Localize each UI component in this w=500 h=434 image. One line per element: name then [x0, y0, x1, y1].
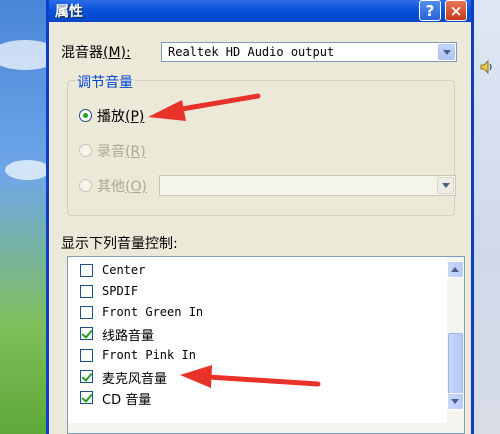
- chevron-down-icon[interactable]: [438, 44, 455, 60]
- checkbox-cd-volume[interactable]: [80, 391, 93, 404]
- properties-dialog: 属性 ? × 混音器(M): Realtek HD Audio output 调…: [46, 0, 474, 434]
- vertical-scrollbar[interactable]: [447, 257, 464, 433]
- scroll-up-button[interactable]: [447, 261, 464, 278]
- list-item-label: 麦克风音量: [102, 372, 168, 387]
- playback-text: 播放: [97, 109, 125, 125]
- list-item-label: 线路音量: [102, 329, 155, 344]
- background-window-edge: [470, 0, 500, 434]
- scroll-down-button[interactable]: [447, 393, 464, 410]
- playback-mnemonic: (P): [125, 109, 145, 125]
- list-item-label: Front Green In: [102, 305, 204, 319]
- radio-playback-label[interactable]: 播放(P): [97, 106, 144, 126]
- other-text: 其他: [97, 179, 125, 195]
- mixer-label: 混音器(M):: [61, 42, 131, 62]
- controls-label: 显示下列音量控制:: [61, 236, 178, 252]
- checkbox-spdif[interactable]: [80, 285, 93, 298]
- title-bar[interactable]: 属性 ? ×: [49, 0, 471, 22]
- mixer-label-text: 混音器: [61, 45, 103, 61]
- other-mnemonic: (O): [125, 179, 147, 195]
- adjust-volume-group-title: 调节音量: [75, 72, 135, 92]
- radio-other-label: 其他(O): [97, 176, 147, 196]
- window-title: 属性: [55, 4, 83, 20]
- close-button[interactable]: ×: [445, 0, 467, 21]
- checkbox-line-volume[interactable]: [80, 327, 93, 340]
- scrollbar-thumb[interactable]: [448, 333, 463, 399]
- desktop-cloud: [5, 160, 50, 180]
- help-button[interactable]: ?: [419, 0, 441, 21]
- recording-mnemonic: (R): [125, 144, 146, 160]
- checkbox-microphone-volume[interactable]: [80, 370, 93, 383]
- speaker-icon[interactable]: [480, 60, 494, 74]
- other-select: [159, 175, 456, 196]
- list-item-label: SPDIF: [102, 284, 139, 298]
- radio-recording-label: 录音(R): [97, 141, 146, 161]
- mixer-select[interactable]: Realtek HD Audio output: [161, 42, 457, 62]
- list-item-label: Center: [102, 263, 146, 277]
- radio-playback[interactable]: [79, 109, 92, 122]
- recording-text: 录音: [97, 144, 125, 160]
- list-item-label: CD 音量: [102, 393, 152, 408]
- chevron-down-icon: [437, 177, 454, 194]
- radio-recording: [79, 144, 92, 157]
- mixer-mnemonic: (M):: [103, 45, 131, 61]
- mixer-select-value: Realtek HD Audio output: [168, 45, 335, 59]
- volume-controls-list[interactable]: Center SPDIF Front Green In 线路音量 Front P…: [67, 256, 465, 434]
- radio-other: [79, 179, 92, 192]
- checkbox-front-pink-in[interactable]: [80, 349, 93, 362]
- checkbox-front-green-in[interactable]: [80, 306, 93, 319]
- checkbox-center[interactable]: [80, 264, 93, 277]
- list-item-label: Front Pink In: [102, 348, 196, 362]
- horizontal-scrollbar[interactable]: [68, 423, 449, 433]
